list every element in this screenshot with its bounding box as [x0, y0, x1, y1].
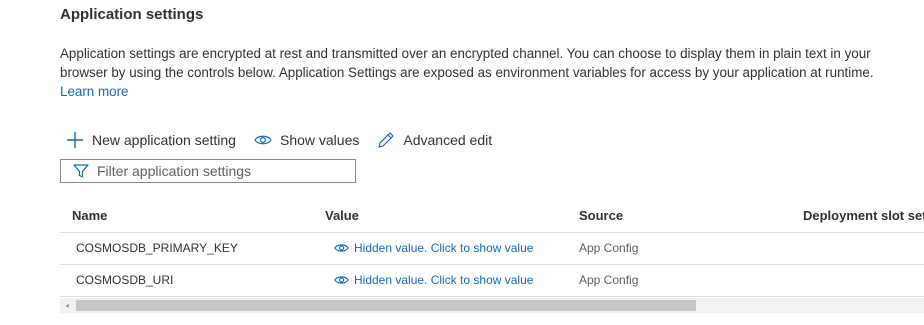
new-application-setting-button[interactable]: New application setting	[66, 131, 236, 149]
advanced-edit-label: Advanced edit	[403, 132, 493, 148]
horizontal-scrollbar[interactable]: ◂	[60, 298, 924, 313]
table-row[interactable]: COSMOSDB_PRIMARY_KEY Hidden value. Click…	[60, 233, 924, 265]
hidden-value-label: Hidden value. Click to show value	[354, 241, 534, 255]
hidden-value-label: Hidden value. Click to show value	[354, 273, 534, 287]
column-header-value[interactable]: Value	[325, 208, 359, 223]
setting-name[interactable]: COSMOSDB_URI	[76, 273, 173, 287]
description-line-2: browser by using the controls below. App…	[60, 65, 874, 80]
table-header: Name Value Source Deployment slot set	[60, 198, 924, 233]
description-line-1: Application settings are encrypted at re…	[60, 46, 871, 61]
advanced-edit-button[interactable]: Advanced edit	[377, 131, 492, 149]
learn-more-link[interactable]: Learn more	[60, 84, 128, 99]
section-title: Application settings	[60, 6, 204, 23]
scroll-left-icon[interactable]: ◂	[62, 301, 72, 311]
eye-icon	[334, 276, 349, 284]
show-values-label: Show values	[279, 132, 360, 148]
toolbar: New application setting Show values Adva…	[66, 128, 510, 152]
eye-icon	[334, 244, 349, 252]
eye-icon	[254, 135, 272, 145]
table-row[interactable]: COSMOSDB_URI Hidden value. Click to show…	[60, 265, 924, 297]
settings-table: Name Value Source Deployment slot set CO…	[60, 198, 924, 297]
new-application-setting-label: New application setting	[92, 132, 236, 148]
filter-icon	[73, 164, 89, 178]
setting-name[interactable]: COSMOSDB_PRIMARY_KEY	[76, 241, 238, 255]
scrollbar-thumb[interactable]	[76, 300, 696, 311]
application-settings-panel: Application settings Application setting…	[0, 0, 924, 325]
hidden-value-link[interactable]: Hidden value. Click to show value	[334, 273, 533, 287]
filter-input[interactable]	[97, 163, 337, 179]
column-header-name[interactable]: Name	[72, 208, 107, 223]
plus-icon	[67, 132, 83, 148]
pencil-icon	[378, 132, 394, 148]
column-header-deployment-slot[interactable]: Deployment slot set	[803, 208, 924, 223]
hidden-value-link[interactable]: Hidden value. Click to show value	[334, 241, 533, 255]
setting-source: App Config	[579, 241, 639, 255]
column-header-source[interactable]: Source	[579, 208, 623, 223]
section-description: Application settings are encrypted at re…	[60, 44, 924, 101]
show-values-button[interactable]: Show values	[254, 132, 359, 148]
filter-box[interactable]	[60, 159, 356, 183]
setting-source: App Config	[579, 273, 639, 287]
